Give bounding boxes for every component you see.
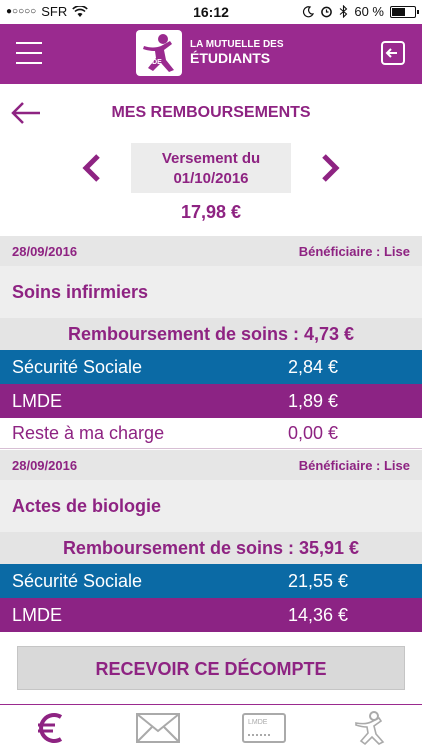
receive-statement-button[interactable]: RECEVOIR CE DÉCOMPTE [17, 646, 405, 690]
reimbursement-line-reste-a-charge: Reste à ma charge 0,00 € [0, 418, 422, 449]
claim-beneficiary: Bénéficiaire : Lise [298, 244, 410, 259]
mail-icon [136, 713, 180, 743]
tab-messages[interactable] [128, 709, 188, 747]
claim-beneficiary: Bénéficiaire : Lise [298, 458, 410, 473]
line-value: 0,00 € [288, 423, 339, 443]
claim-total: Remboursement de soins : 4,73 € [0, 318, 422, 350]
lmde-logo: LMDE LA MUTUELLE DES ÉTUDIANTS [136, 30, 284, 76]
chevron-left-icon [82, 154, 100, 182]
reimbursement-line-lmde: LMDE 1,89 € [0, 384, 422, 418]
hamburger-line [16, 62, 42, 64]
claim-total: Remboursement de soins : 35,91 € [0, 532, 422, 564]
claim-header: 28/09/2016 Bénéficiaire : Lise [0, 450, 422, 480]
tab-reimbursements[interactable] [22, 709, 82, 747]
moon-icon [303, 5, 315, 17]
claim-date: 28/09/2016 [12, 458, 78, 473]
claim-title: Soins infirmiers [12, 282, 149, 302]
student-figure-icon: LMDE [142, 34, 174, 72]
payment-amount: 17,98 € [180, 202, 242, 222]
tab-bar: LMDE [0, 704, 422, 750]
battery-icon [390, 5, 419, 18]
line-label: Sécurité Sociale [12, 357, 143, 377]
claim-title-row: Actes de biologie [0, 480, 422, 532]
status-bar: ●○○○○ SFR 16:12 60 % [0, 0, 422, 24]
title-row: MES REMBOURSEMENTS [0, 84, 422, 142]
battery-level [392, 7, 406, 16]
line-label: Reste à ma charge [12, 423, 165, 443]
reimbursement-line-lmde: LMDE 14,36 € [0, 598, 422, 632]
logo-line-2: ÉTUDIANTS [190, 49, 271, 66]
page-title: MES REMBOURSEMENTS [111, 104, 311, 121]
tab-card[interactable]: LMDE [234, 709, 294, 747]
payment-date: 01/10/2016 [173, 170, 249, 187]
line-value: 2,84 € [288, 357, 339, 377]
claim-title-row: Soins infirmiers [0, 266, 422, 318]
action-area: RECEVOIR CE DÉCOMPTE [0, 632, 422, 704]
tab-profile[interactable] [340, 709, 400, 747]
previous-payment-button[interactable] [80, 152, 104, 184]
claim-date: 28/09/2016 [12, 244, 78, 259]
line-value: 21,55 € [288, 571, 349, 591]
hamburger-line [16, 42, 42, 44]
reimbursement-line-securite-sociale: Sécurité Sociale 21,55 € [0, 564, 422, 598]
logo-figure-icon: LMDE [136, 30, 182, 76]
card-icon: LMDE [242, 713, 286, 743]
claim-title: Actes de biologie [12, 496, 162, 516]
logout-icon [381, 41, 405, 65]
line-label: LMDE [12, 391, 63, 411]
euro-icon [38, 713, 63, 743]
payment-date-box: Versement du 01/10/2016 [131, 143, 291, 193]
line-label: LMDE [12, 605, 63, 625]
claim-header: 28/09/2016 Bénéficiaire : Lise [0, 236, 422, 266]
reimbursement-line-securite-sociale: Sécurité Sociale 2,84 € [0, 350, 422, 384]
claim-card: 28/09/2016 Bénéficiaire : Lise Soins inf… [0, 236, 422, 449]
logout-button[interactable] [380, 40, 406, 66]
card-label: LMDE [248, 719, 268, 726]
logo-text: LA MUTUELLE DES ÉTUDIANTS [190, 40, 284, 65]
next-payment-button[interactable] [318, 152, 342, 184]
menu-button[interactable] [16, 42, 42, 64]
chevron-right-icon [322, 154, 340, 182]
battery-percentage: 60 % [354, 4, 384, 19]
line-value: 14,36 € [288, 605, 349, 625]
status-right: 60 % [302, 4, 419, 19]
app-header: LMDE LA MUTUELLE DES ÉTUDIANTS [0, 24, 422, 84]
claim-card: 28/09/2016 Bénéficiaire : Lise Actes de … [0, 450, 422, 632]
hamburger-line [16, 52, 42, 54]
bluetooth-icon [340, 5, 348, 18]
line-label: Sécurité Sociale [12, 571, 143, 591]
payment-label: Versement du [161, 150, 261, 167]
profile-icon [355, 711, 385, 746]
logo-badge-text: LMDE [142, 59, 162, 66]
alarm-icon [321, 6, 333, 18]
line-value: 1,89 € [288, 391, 339, 411]
